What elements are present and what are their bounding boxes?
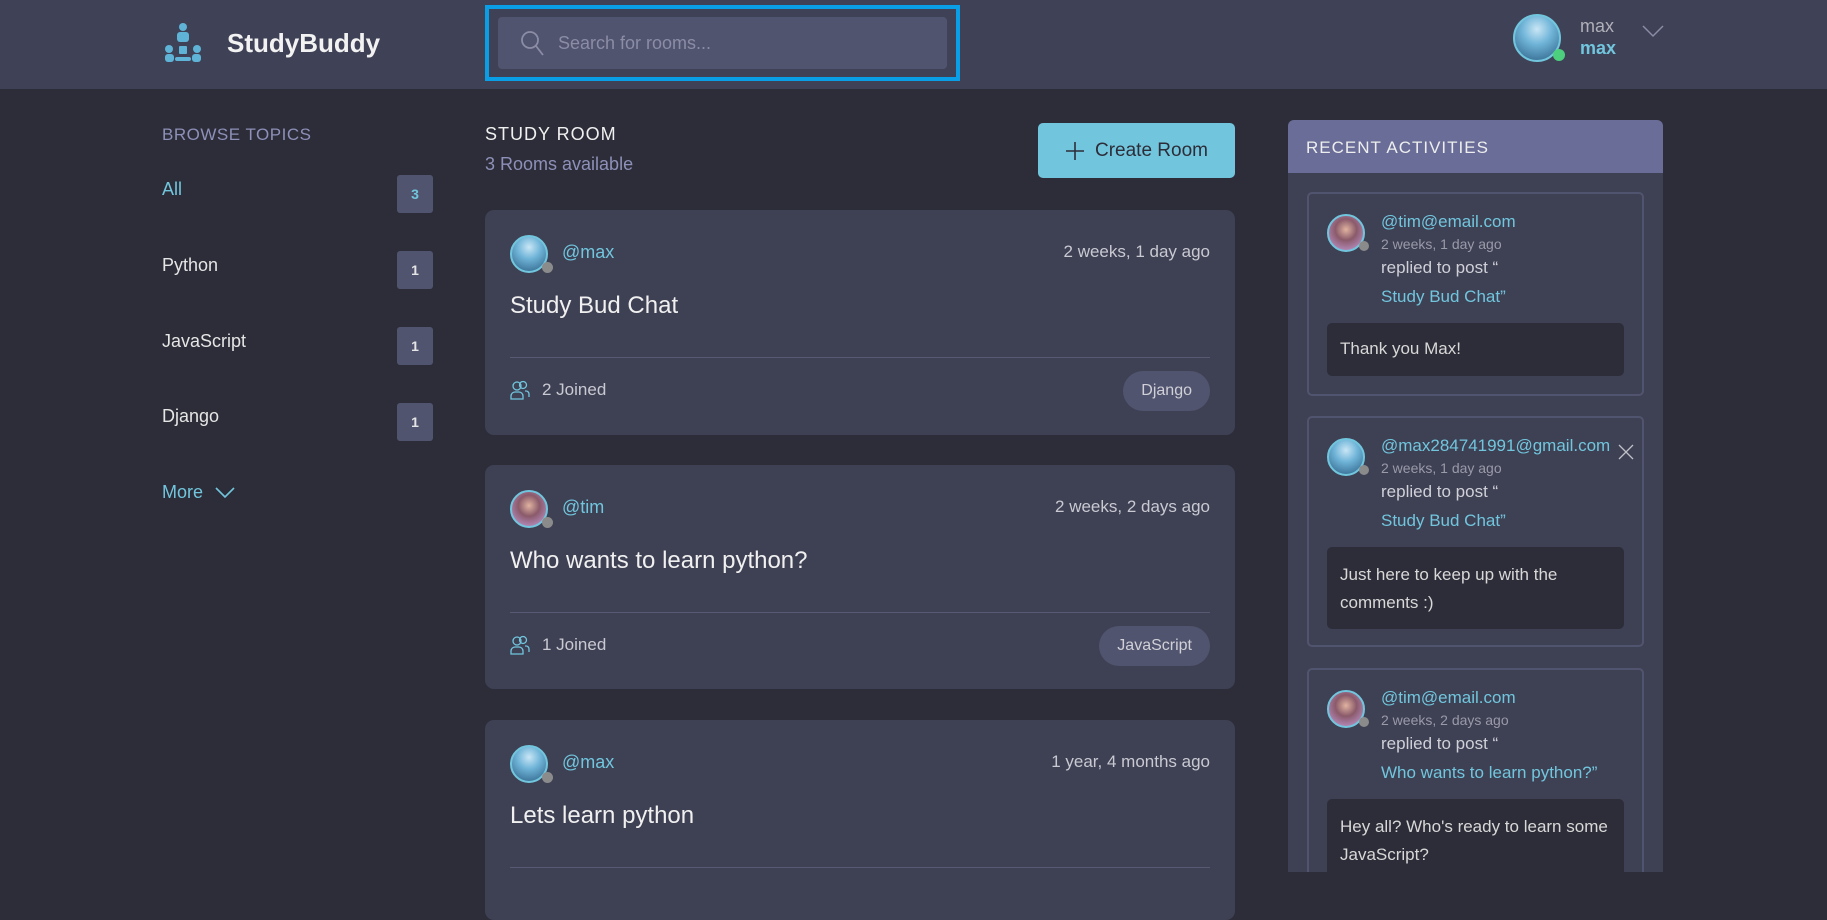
status-dot <box>1359 241 1369 251</box>
room-title[interactable]: Who wants to learn python? <box>510 547 808 575</box>
activity-item: @max284741991@gmail.com 2 weeks, 1 day a… <box>1307 416 1644 647</box>
room-host[interactable]: @tim <box>562 497 604 518</box>
room-card[interactable]: @max 1 year, 4 months ago Lets learn pyt… <box>485 720 1235 920</box>
user-handle[interactable]: max <box>1580 38 1616 59</box>
activity-message: Thank you Max! <box>1327 323 1624 376</box>
activity-action: replied to post “ <box>1381 482 1499 501</box>
activity-user[interactable]: @max284741991@gmail.com <box>1381 436 1610 456</box>
divider <box>510 612 1210 613</box>
activity-user[interactable]: @tim@email.com <box>1381 212 1516 232</box>
room-host[interactable]: @max <box>562 242 614 263</box>
room-title[interactable]: Lets learn python <box>510 802 694 830</box>
room-host[interactable]: @max <box>562 752 614 773</box>
user-name[interactable]: max <box>1580 16 1614 37</box>
more-topics-button[interactable]: More <box>162 482 235 503</box>
joined-count: 1 Joined <box>542 635 607 654</box>
more-label: More <box>162 482 204 502</box>
activity-post-link[interactable]: Who wants to learn python?” <box>1381 763 1597 783</box>
brand-name[interactable]: StudyBuddy <box>227 28 380 59</box>
rooms-available: 3 Rooms available <box>485 154 634 174</box>
status-dot <box>542 517 553 528</box>
status-dot <box>542 262 553 273</box>
search-icon <box>521 31 544 56</box>
activity-item: @tim@email.com 2 weeks, 2 days ago repli… <box>1307 668 1644 872</box>
room-time: 2 weeks, 1 day ago <box>1063 242 1210 261</box>
studybuddy-logo-icon[interactable] <box>162 22 204 64</box>
online-status-dot <box>1553 49 1565 61</box>
activity-message: Hey all? Who's ready to learn some JavaS… <box>1327 799 1624 872</box>
room-time: 2 weeks, 2 days ago <box>1055 497 1210 516</box>
topic-python[interactable]: Python <box>162 255 218 276</box>
activity-time: 2 weeks, 1 day ago <box>1381 460 1502 476</box>
status-dot <box>1359 465 1369 475</box>
room-title[interactable]: Study Bud Chat <box>510 292 678 320</box>
activity-item: @tim@email.com 2 weeks, 1 day ago replie… <box>1307 192 1644 396</box>
topic-count: 1 <box>397 327 433 365</box>
create-room-button[interactable]: Create Room <box>1038 123 1235 178</box>
topic-count: 1 <box>397 403 433 441</box>
room-joined: 1 Joined <box>510 635 606 655</box>
search-highlight <box>485 5 960 81</box>
recent-activities-panel: RECENT ACTIVITIES @tim@email.com 2 weeks… <box>1288 120 1663 872</box>
status-dot <box>1359 717 1369 727</box>
topic-django[interactable]: Django <box>162 406 219 427</box>
activity-user[interactable]: @tim@email.com <box>1381 688 1516 708</box>
room-topic-tag[interactable]: Django <box>1123 371 1210 411</box>
recent-activities-title: RECENT ACTIVITIES <box>1288 120 1663 173</box>
users-icon <box>510 635 530 655</box>
close-icon[interactable] <box>1618 444 1634 460</box>
browse-topics-title: BROWSE TOPICS <box>162 125 312 144</box>
divider <box>510 867 1210 868</box>
activity-action: replied to post “ <box>1381 258 1499 277</box>
divider <box>510 357 1210 358</box>
topic-javascript[interactable]: JavaScript <box>162 331 246 352</box>
room-card[interactable]: @tim 2 weeks, 2 days ago Who wants to le… <box>485 465 1235 689</box>
topic-count: 3 <box>397 175 433 213</box>
status-dot <box>542 772 553 783</box>
search-input[interactable] <box>558 32 918 54</box>
study-room-title: STUDY ROOM <box>485 124 617 144</box>
activity-time: 2 weeks, 1 day ago <box>1381 236 1502 252</box>
chevron-down-icon <box>215 486 235 498</box>
create-room-label: Create Room <box>1095 139 1208 161</box>
room-card[interactable]: @max 2 weeks, 1 day ago Study Bud Chat 2… <box>485 210 1235 435</box>
activity-action: replied to post “ <box>1381 734 1499 753</box>
topic-count: 1 <box>397 251 433 289</box>
room-time: 1 year, 4 months ago <box>1051 752 1210 771</box>
topic-all[interactable]: All <box>162 179 182 200</box>
room-topic-tag[interactable]: JavaScript <box>1099 626 1210 666</box>
joined-count: 2 Joined <box>542 380 607 399</box>
activity-message: Just here to keep up with the comments :… <box>1327 547 1624 629</box>
activity-time: 2 weeks, 2 days ago <box>1381 712 1509 728</box>
activity-post-link[interactable]: Study Bud Chat” <box>1381 511 1506 531</box>
users-icon <box>510 380 530 400</box>
search-bar[interactable] <box>498 17 947 69</box>
activity-post-link[interactable]: Study Bud Chat” <box>1381 287 1506 307</box>
chevron-down-icon[interactable] <box>1642 24 1664 38</box>
room-joined: 2 Joined <box>510 380 606 400</box>
plus-icon <box>1066 141 1084 160</box>
